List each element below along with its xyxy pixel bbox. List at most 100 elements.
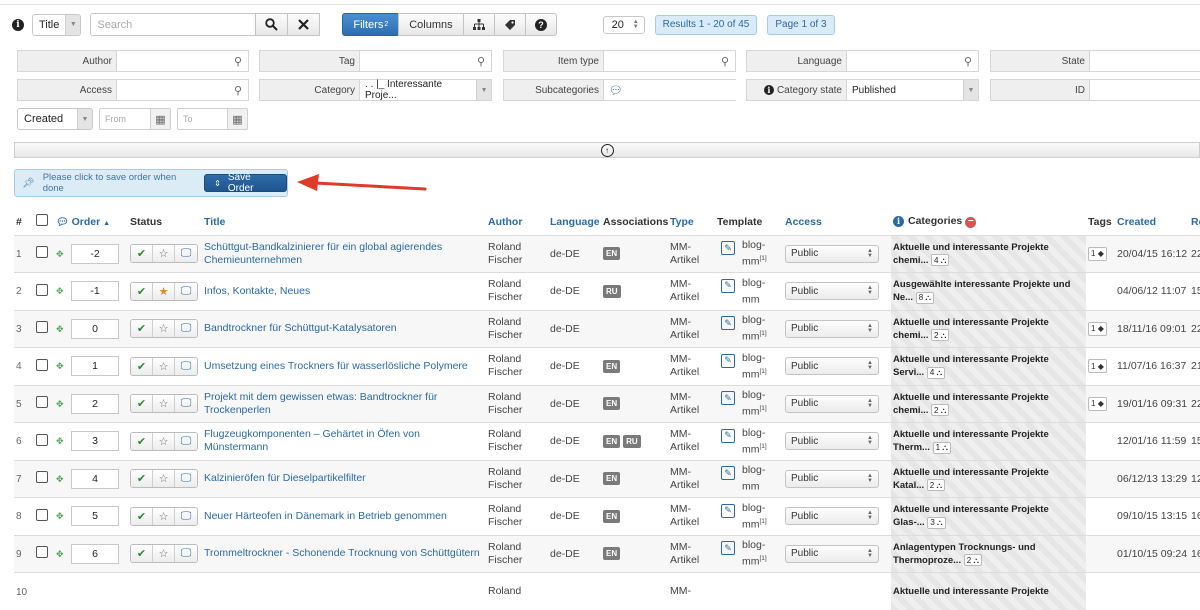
tag-count[interactable]: 1 ◆	[1088, 322, 1107, 336]
category-count[interactable]: 1 ⛬	[933, 442, 951, 454]
access-select[interactable]: Public▲▼	[785, 320, 879, 338]
col-title-header[interactable]: Title	[202, 209, 486, 235]
date-field-select[interactable]: Created ▼	[17, 108, 93, 130]
select-all-checkbox[interactable]	[34, 209, 54, 235]
monitor-icon[interactable]: 🖵︎	[175, 433, 197, 450]
author-filter-input[interactable]: ⚲	[117, 51, 248, 71]
association-badge[interactable]: EN	[603, 247, 620, 260]
row-checkbox[interactable]	[36, 321, 48, 333]
tag-filter[interactable]: Tag ⚲	[259, 50, 492, 72]
date-from-input[interactable]: From	[100, 109, 150, 129]
table-row[interactable]: 6 ✥3 ✔ ☆ 🖵︎ Flugzeugkomponenten – Gehärt…	[14, 423, 1200, 461]
category-filter[interactable]: Category . . |_ Interessante Proje... ▼	[259, 79, 492, 101]
col-author-header[interactable]: Author	[486, 209, 548, 235]
category-path[interactable]: Anlagentypen Trocknungs- undThermoproze.…	[893, 541, 1086, 567]
order-input[interactable]: -2	[71, 244, 119, 264]
tag-count[interactable]: 1 ◆	[1088, 247, 1107, 261]
monitor-icon[interactable]: 🖵︎	[175, 508, 197, 525]
star-icon[interactable]: ☆	[153, 358, 175, 375]
search-input[interactable]: Search	[90, 13, 256, 36]
table-row[interactable]: 7 ✥4 ✔ ☆ 🖵︎ Kalzinieröfen für Dieselpart…	[14, 460, 1200, 498]
col-access-header[interactable]: Access	[783, 209, 891, 235]
item-title-link[interactable]: Umsetzung eines Trockners für wasserlösl…	[204, 360, 468, 372]
access-select[interactable]: Public▲▼	[785, 357, 879, 375]
item-title-link[interactable]: Schüttgut-Bandkalzinierer für ein global…	[204, 241, 442, 266]
edit-icon[interactable]: ✎	[721, 316, 735, 330]
author-name[interactable]: RolandFischer	[488, 316, 548, 342]
author-name[interactable]: RolandFischer	[488, 353, 548, 379]
row-checkbox[interactable]	[36, 471, 48, 483]
author-name[interactable]: RolandFischer	[488, 241, 548, 267]
access-select[interactable]: Public▲▼	[785, 507, 879, 525]
row-checkbox[interactable]	[36, 546, 48, 558]
author-name[interactable]: RolandFischer	[488, 391, 548, 417]
tag-filter-input[interactable]: ⚲	[360, 51, 491, 71]
row-checkbox[interactable]	[36, 434, 48, 446]
subcategories-filter[interactable]: Subcategories 💬︎	[503, 79, 736, 101]
edit-icon[interactable]: ✎	[721, 391, 735, 405]
edit-icon[interactable]: ✎	[721, 354, 735, 368]
category-filter-select[interactable]: . . |_ Interessante Proje... ▼	[360, 80, 491, 100]
edit-icon[interactable]: ✎	[721, 466, 735, 480]
check-icon[interactable]: ✔	[131, 395, 153, 412]
item-title-link[interactable]: Trommeltrockner - Schonende Trocknung vo…	[204, 547, 480, 559]
subcategories-toggle[interactable]: 💬︎	[604, 80, 736, 100]
item-title-link[interactable]: Flugzeugkomponenten – Gehärtet in Öfen v…	[204, 428, 420, 453]
category-count[interactable]: 3 ⛬	[927, 517, 945, 529]
access-filter[interactable]: Access ⚲	[17, 79, 249, 101]
table-row[interactable]: 10 Roland MM- Aktuelle und interessante …	[14, 573, 1200, 610]
table-row[interactable]: 9 ✥6 ✔ ☆ 🖵︎ Trommeltrockner - Schonende …	[14, 535, 1200, 573]
category-path[interactable]: Ausgewählte interessante Projekte undNe.…	[893, 278, 1086, 304]
check-icon[interactable]: ✔	[131, 508, 153, 525]
row-checkbox[interactable]	[36, 284, 48, 296]
date-to-input[interactable]: To	[178, 109, 227, 129]
language-filter-input[interactable]: ⚲	[847, 51, 978, 71]
category-count[interactable]: 8 ⛬	[916, 292, 934, 304]
category-path[interactable]: Aktuelle und interessante Projektechemi.…	[893, 241, 1086, 267]
tag-count[interactable]: 1 ◆	[1088, 359, 1107, 373]
check-icon[interactable]: ✔	[131, 358, 153, 375]
association-badge[interactable]: RU	[603, 285, 621, 298]
edit-icon[interactable]: ✎	[721, 279, 735, 293]
author-name[interactable]: Roland	[488, 585, 548, 598]
row-checkbox[interactable]	[36, 359, 48, 371]
drag-handle-icon[interactable]: ✥	[56, 361, 66, 371]
access-select[interactable]: Public▲▼	[785, 395, 879, 413]
order-input[interactable]: 4	[71, 469, 119, 489]
star-icon[interactable]: ★	[153, 283, 175, 300]
category-path[interactable]: Aktuelle und interessante Projektechemi.…	[893, 316, 1086, 342]
drag-handle-icon[interactable]: ✥	[56, 399, 66, 409]
table-row[interactable]: 8 ✥5 ✔ ☆ 🖵︎ Neuer Härteofen in Dänemark …	[14, 498, 1200, 536]
category-state-filter[interactable]: iCategory state Published ▼	[746, 79, 979, 101]
star-icon[interactable]: ☆	[153, 395, 175, 412]
table-row[interactable]: 5 ✥2 ✔ ☆ 🖵︎ Projekt mit dem gewissen etw…	[14, 385, 1200, 423]
edit-icon[interactable]: ✎	[721, 541, 735, 555]
edit-icon[interactable]: ✎	[721, 241, 735, 255]
star-icon[interactable]: ☆	[153, 470, 175, 487]
access-select[interactable]: Public▲▼	[785, 432, 879, 450]
association-badge[interactable]: EN	[603, 397, 620, 410]
star-icon[interactable]: ☆	[153, 508, 175, 525]
table-row[interactable]: 1 ✥-2 ✔ ☆ 🖵︎ Schüttgut-Bandkalzinierer f…	[14, 235, 1200, 273]
date-to-field[interactable]: To ▦	[177, 108, 248, 130]
filters-collapse-bar[interactable]: ↑	[14, 142, 1200, 158]
tags-button[interactable]	[494, 13, 526, 36]
monitor-icon[interactable]: 🖵︎	[175, 320, 197, 337]
table-row[interactable]: 4 ✥1 ✔ ☆ 🖵︎ Umsetzung eines Trockners fü…	[14, 348, 1200, 386]
category-count[interactable]: 4 ⛬	[927, 367, 945, 379]
item-title-link[interactable]: Bandtrockner für Schüttgut-Katalysatoren	[204, 322, 397, 334]
monitor-icon[interactable]: 🖵︎	[175, 245, 197, 262]
col-type-header[interactable]: Type	[668, 209, 715, 235]
list-limit-select[interactable]: 20 ▲▼	[603, 16, 645, 34]
author-filter[interactable]: Author ⚲	[17, 50, 249, 72]
columns-button[interactable]: Columns	[398, 13, 463, 36]
category-path[interactable]: Aktuelle und interessante Projektechemi.…	[893, 391, 1086, 417]
category-count[interactable]: 2 ⛬	[931, 329, 949, 341]
check-icon[interactable]: ✔	[131, 545, 153, 562]
row-checkbox[interactable]	[36, 246, 48, 258]
item-type-filter[interactable]: Item type ⚲	[503, 50, 736, 72]
access-filter-input[interactable]: ⚲	[117, 80, 248, 100]
col-language-header[interactable]: Language	[548, 209, 601, 235]
author-name[interactable]: RolandFischer	[488, 428, 548, 454]
drag-handle-icon[interactable]: ✥	[56, 286, 66, 296]
